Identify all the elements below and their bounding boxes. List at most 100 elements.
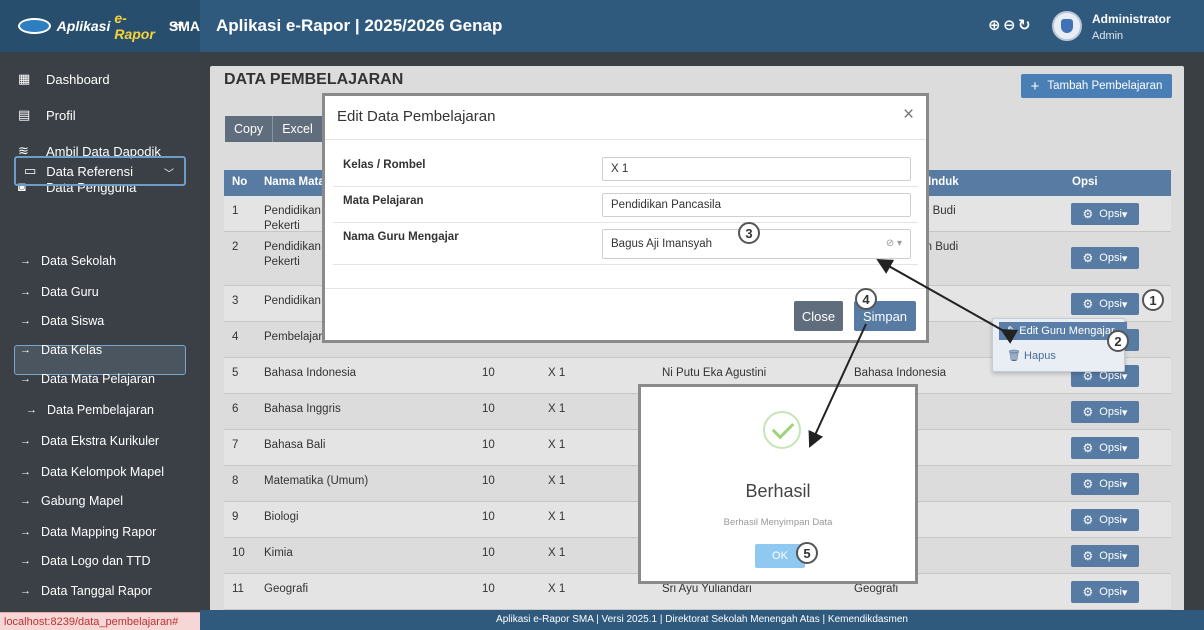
status-url: localhost:8239/data_pembelajaran# bbox=[0, 612, 200, 630]
cell-nama-mapel: Pendidikan bbox=[264, 294, 321, 309]
cell-nama-mapel: Pembelajar bbox=[264, 330, 322, 345]
cell-kelas: X 1 bbox=[548, 367, 566, 379]
zoom-in-icon[interactable]: ⊕ bbox=[988, 16, 1003, 34]
sidebar-item-label: Data Ekstra Kurikuler bbox=[41, 434, 160, 448]
cell-nama-line1: Kimia bbox=[264, 547, 293, 559]
cell-kelas: X 1 bbox=[548, 403, 566, 415]
hapus-menu-item[interactable]: 🗑 Hapus bbox=[1007, 349, 1056, 362]
gear-icon: ⚙ bbox=[1082, 251, 1094, 265]
opsi-button[interactable]: ⚙ Opsi ▾ bbox=[1071, 581, 1139, 603]
sidebar-item-data-kelompok-mapel[interactable]: → Data Kelompok Mapel bbox=[0, 456, 200, 488]
callout-badge-1: 1 bbox=[1142, 289, 1164, 311]
caret-down-icon: ▾ bbox=[1121, 550, 1128, 563]
clear-and-chevron-icon[interactable]: ⊘ ▾ bbox=[886, 230, 902, 258]
sidebar-item-label: Data Kelas bbox=[41, 343, 103, 357]
gear-icon: ⚙ bbox=[1082, 441, 1094, 455]
cell-tingkat: 10 bbox=[482, 403, 495, 415]
edit-modal: Edit Data Pembelajaran × Kelas / Rombel … bbox=[322, 93, 929, 343]
user-name[interactable]: Administrator bbox=[1092, 12, 1171, 26]
arrow-right-icon: → bbox=[26, 404, 37, 416]
hapus-label: Hapus bbox=[1024, 350, 1056, 362]
sidebar-item-label: Data Tanggal Rapor bbox=[41, 584, 152, 598]
opsi-button[interactable]: ⚙ Opsi ▾ bbox=[1071, 203, 1139, 225]
sidebar-item-data-mapping-rapor[interactable]: → Data Mapping Rapor bbox=[0, 516, 200, 548]
export-buttons: Copy Excel bbox=[225, 116, 323, 142]
close-button[interactable]: Close bbox=[794, 301, 843, 331]
cell-no: 9 bbox=[232, 511, 239, 523]
sidebar-item-data-mata-pelajaran[interactable]: → Data Mata Pelajaran bbox=[0, 363, 200, 395]
opsi-button[interactable]: ⚙ Opsi ▾ bbox=[1071, 293, 1139, 315]
opsi-button[interactable]: ⚙ Opsi ▾ bbox=[1071, 437, 1139, 459]
close-icon[interactable]: × bbox=[903, 104, 914, 126]
zoom-out-icon[interactable]: ⊖ bbox=[1003, 16, 1018, 34]
opsi-button[interactable]: ⚙ Opsi ▾ bbox=[1071, 509, 1139, 531]
cell-kelas: X 1 bbox=[548, 475, 566, 487]
add-pembelajaran-button[interactable]: + Tambah Pembelajaran bbox=[1021, 74, 1172, 98]
opsi-button[interactable]: ⚙ Opsi ▾ bbox=[1071, 247, 1139, 269]
copy-button[interactable]: Copy bbox=[225, 116, 274, 142]
avatar[interactable] bbox=[1052, 11, 1082, 41]
sidebar-group-data-referensi[interactable]: ▭ Data Referensi ﹀ bbox=[14, 156, 186, 186]
add-button-label: Tambah Pembelajaran bbox=[1047, 80, 1163, 92]
sidebar-item-data-siswa[interactable]: → Data Siswa bbox=[0, 305, 200, 337]
edit-modal-title: Edit Data Pembelajaran bbox=[337, 108, 496, 125]
sidebar-item-data-kelas[interactable]: → Data Kelas bbox=[0, 334, 200, 366]
sidebar-item-data-tanggal-rapor[interactable]: → Data Tanggal Rapor bbox=[0, 575, 200, 607]
opsi-button[interactable]: ⚙ Opsi ▾ bbox=[1071, 545, 1139, 567]
sidebar-toggle-icon[interactable]: ⇥ bbox=[173, 17, 184, 33]
opsi-label: Opsi bbox=[1099, 406, 1122, 418]
opsi-button[interactable]: ⚙ Opsi ▾ bbox=[1071, 473, 1139, 495]
excel-button[interactable]: Excel bbox=[273, 116, 323, 142]
cell-tingkat: 10 bbox=[482, 439, 495, 451]
th-nama: Nama Mata bbox=[264, 176, 325, 188]
cell-tingkat: 10 bbox=[482, 367, 495, 379]
sidebar-item-data-logo-ttd[interactable]: → Data Logo dan TTD bbox=[0, 545, 200, 577]
cell-kelas: X 1 bbox=[548, 547, 566, 559]
opsi-label: Opsi bbox=[1099, 208, 1122, 220]
guru-label: Nama Guru Mengajar bbox=[343, 231, 459, 243]
arrow-right-icon: → bbox=[20, 555, 31, 567]
sidebar-item-data-sekolah[interactable]: → Data Sekolah bbox=[0, 245, 200, 277]
cell-kelas: X 1 bbox=[548, 511, 566, 523]
divider bbox=[325, 139, 926, 140]
monitor-icon: ▭ bbox=[24, 163, 37, 178]
brand[interactable]: Aplikasi e-Rapor SMA ⇥ bbox=[0, 0, 200, 52]
sidebar-group-label: Data Referensi bbox=[46, 163, 134, 179]
cell-no: 7 bbox=[232, 439, 239, 451]
sidebar-item-label: Profil bbox=[46, 107, 76, 123]
opsi-label: Opsi bbox=[1099, 514, 1122, 526]
sidebar-item-data-guru[interactable]: → Data Guru bbox=[0, 276, 200, 308]
kelas-field[interactable]: X 1 bbox=[602, 157, 911, 181]
refresh-icon[interactable]: ↻ bbox=[1018, 16, 1033, 34]
cell-nama-line2: Pekerti bbox=[264, 220, 300, 232]
sidebar-item-label: Data Siswa bbox=[41, 314, 105, 328]
cell-no: 3 bbox=[232, 295, 239, 307]
cell-guru: Ni Putu Eka Agustini bbox=[662, 367, 767, 379]
sidebar-item-profil[interactable]: ▤ Profil bbox=[0, 99, 200, 131]
sidebar-item-data-ekstra-kurikuler[interactable]: → Data Ekstra Kurikuler bbox=[0, 425, 200, 457]
sidebar-item-label: Data Mapping Rapor bbox=[41, 525, 157, 539]
sidebar-item-dashboard[interactable]: ▦ Dashboard bbox=[0, 63, 200, 95]
gear-icon: ⚙ bbox=[1082, 513, 1094, 527]
cell-no: 11 bbox=[232, 583, 244, 595]
arrow-right-icon: → bbox=[20, 585, 31, 597]
sidebar-item-label: Data Logo dan TTD bbox=[41, 554, 151, 568]
th-opsi: Opsi bbox=[1072, 176, 1098, 188]
th-no: No bbox=[232, 176, 248, 188]
opsi-label: Opsi bbox=[1099, 550, 1122, 562]
arrow-right-icon: → bbox=[20, 435, 31, 447]
id-card-icon: ▤ bbox=[18, 107, 31, 122]
user-role: Admin bbox=[1092, 30, 1124, 42]
cell-nama-line1: Bahasa Indonesia bbox=[264, 367, 357, 379]
cell-tingkat: 10 bbox=[482, 475, 495, 487]
arrow-right-icon: → bbox=[20, 344, 31, 356]
guru-select-value: Bagus Aji Imansyah bbox=[611, 238, 713, 250]
cell-nama-mapel: Kimia bbox=[264, 546, 293, 561]
gear-icon: ⚙ bbox=[1082, 549, 1094, 563]
sidebar-item-gabung-mapel[interactable]: → Gabung Mapel bbox=[0, 485, 200, 517]
sidebar-item-label: Gabung Mapel bbox=[41, 494, 124, 508]
cell-induk: Geografi bbox=[854, 583, 899, 595]
mapel-field[interactable]: Pendidikan Pancasila bbox=[602, 193, 911, 217]
opsi-button[interactable]: ⚙ Opsi ▾ bbox=[1071, 401, 1139, 423]
sidebar-item-data-pembelajaran[interactable]: → Data Pembelajaran bbox=[0, 394, 200, 426]
